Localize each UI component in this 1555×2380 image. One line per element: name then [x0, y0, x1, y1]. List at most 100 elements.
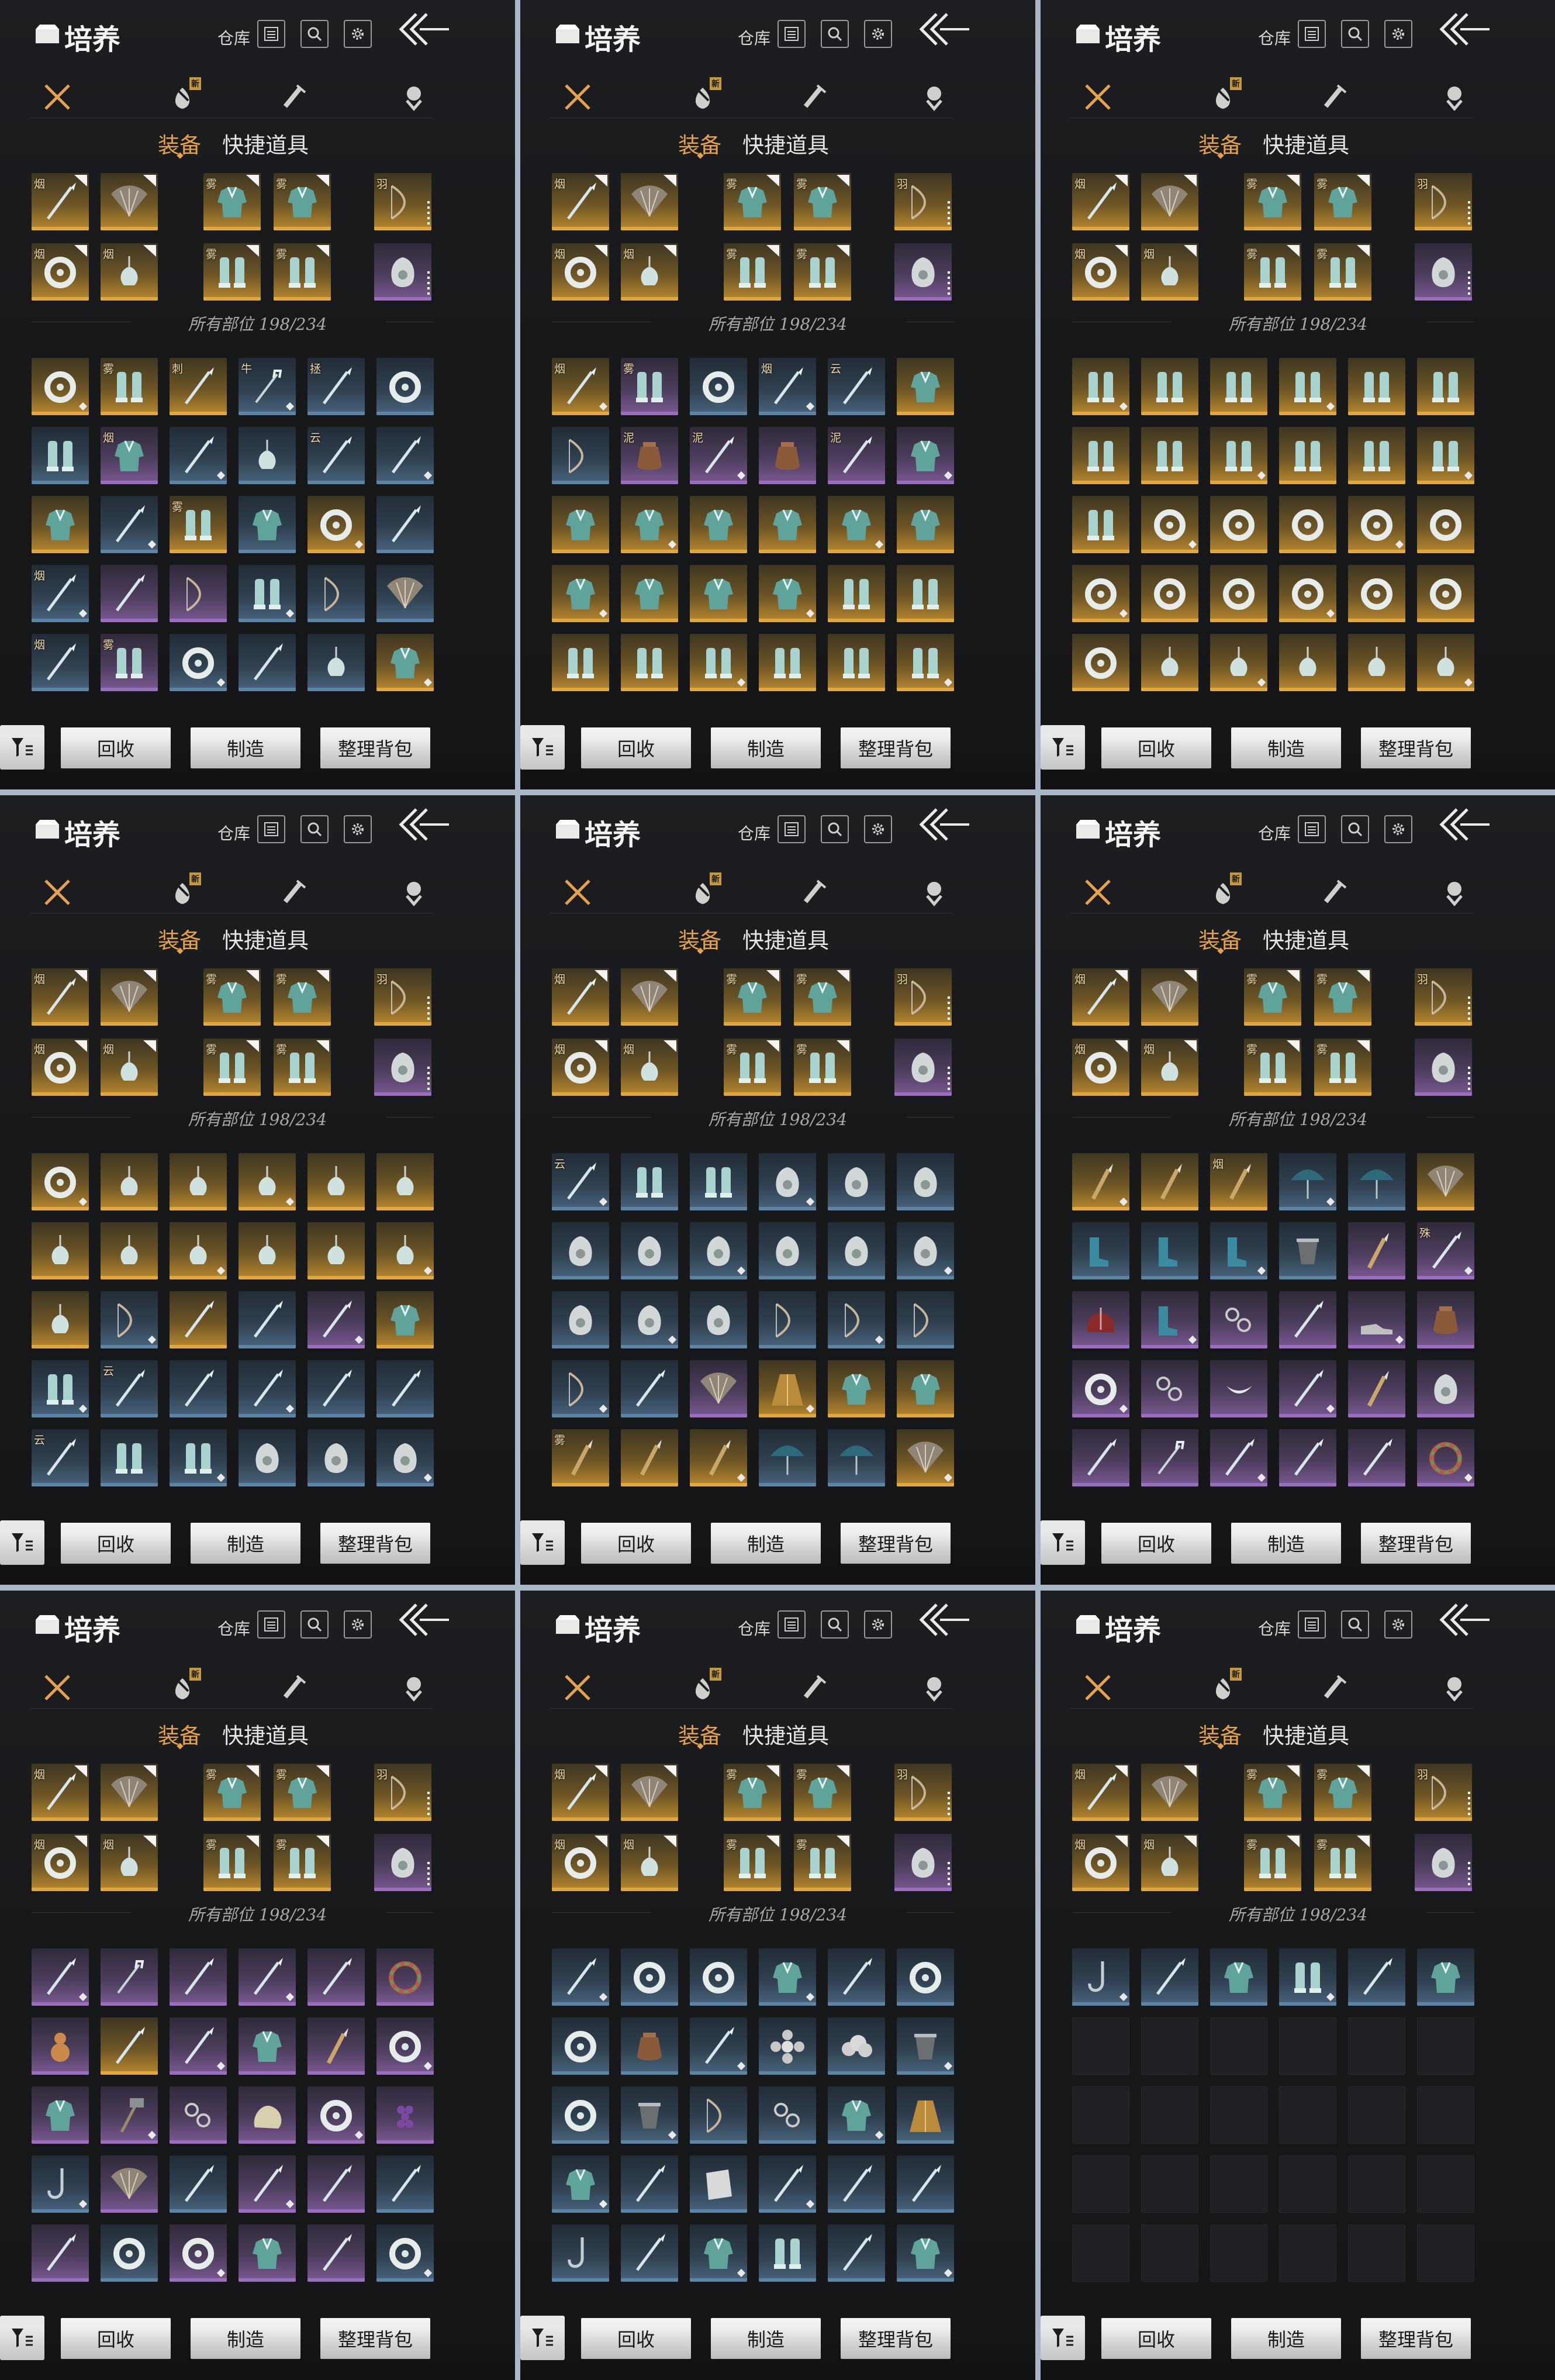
inventory-item[interactable]: [1210, 427, 1267, 484]
back-button[interactable]: [396, 11, 450, 48]
inventory-item[interactable]: [170, 2155, 227, 2213]
inventory-item[interactable]: [376, 2017, 434, 2075]
inventory-item[interactable]: [1279, 427, 1336, 484]
inventory-item[interactable]: [1210, 1948, 1267, 2006]
inventory-item[interactable]: [1348, 427, 1405, 484]
equipped-slot[interactable]: 雾: [1314, 243, 1371, 301]
sort-bag-button[interactable]: 整理背包: [841, 727, 951, 768]
tab-quick-items[interactable]: 快捷道具: [222, 923, 309, 954]
inventory-item[interactable]: [170, 2017, 227, 2075]
equipped-slot[interactable]: 雾: [794, 968, 851, 1026]
inventory-item[interactable]: [828, 1948, 885, 2006]
inventory-item[interactable]: [101, 2086, 158, 2144]
warehouse-button[interactable]: [778, 815, 806, 843]
inventory-item[interactable]: [1279, 1222, 1336, 1279]
inventory-item[interactable]: 烟: [552, 358, 609, 415]
inventory-item[interactable]: [1210, 565, 1267, 622]
inventory-item[interactable]: [1141, 427, 1198, 484]
filter-button[interactable]: [1041, 2316, 1085, 2360]
sort-bag-button[interactable]: 整理背包: [320, 1523, 430, 1564]
settings-button[interactable]: [1384, 815, 1412, 843]
equipped-slot[interactable]: 烟: [1072, 1764, 1129, 1821]
empty-slot[interactable]: [1072, 2155, 1129, 2213]
equipped-slot[interactable]: 羽: [894, 968, 952, 1026]
inventory-item[interactable]: [552, 565, 609, 622]
recycle-button[interactable]: 回收: [581, 1523, 691, 1564]
inventory-item[interactable]: [621, 1291, 678, 1348]
inventory-item[interactable]: [621, 1222, 678, 1279]
inventory-item[interactable]: [828, 2086, 885, 2144]
equipped-slot[interactable]: 烟: [101, 1834, 158, 1891]
tab-weapons[interactable]: [1079, 1669, 1117, 1706]
inventory-item[interactable]: [759, 427, 816, 484]
tab-weapons[interactable]: [39, 874, 76, 911]
inventory-item[interactable]: [1072, 1360, 1129, 1417]
inventory-item[interactable]: [307, 1948, 365, 2006]
inventory-item[interactable]: [239, 1360, 296, 1417]
inventory-item[interactable]: [690, 358, 747, 415]
inventory-item[interactable]: 烟: [32, 565, 89, 622]
inventory-item[interactable]: [307, 496, 365, 553]
back-button[interactable]: [917, 806, 970, 843]
inventory-item[interactable]: [897, 2155, 954, 2213]
equipped-slot[interactable]: 雾: [724, 1834, 781, 1891]
tab-scrolls[interactable]: [1315, 874, 1353, 911]
warehouse-label[interactable]: 仓库: [738, 26, 770, 49]
inventory-item[interactable]: 云: [101, 1360, 158, 1417]
tab-weapons[interactable]: [39, 78, 76, 116]
inventory-item[interactable]: [307, 2155, 365, 2213]
inventory-item[interactable]: [1279, 1153, 1336, 1210]
tab-quick-items[interactable]: 快捷道具: [1263, 127, 1349, 159]
equipped-slot[interactable]: 雾: [794, 1834, 851, 1891]
inventory-item[interactable]: [552, 634, 609, 691]
inventory-item[interactable]: [307, 2017, 365, 2075]
equipped-slot[interactable]: 烟: [552, 968, 609, 1026]
back-button[interactable]: [917, 1601, 970, 1639]
search-button[interactable]: [821, 20, 849, 48]
inventory-item[interactable]: [307, 634, 365, 691]
equipped-slot[interactable]: 羽: [1415, 1764, 1472, 1821]
inventory-item[interactable]: [1417, 565, 1474, 622]
equipped-slot[interactable]: 雾: [1314, 1764, 1371, 1821]
inventory-item[interactable]: [828, 1291, 885, 1348]
inventory-item[interactable]: [239, 565, 296, 622]
tab-materials[interactable]: 新: [684, 1668, 721, 1706]
tab-scrolls[interactable]: [795, 1669, 832, 1706]
inventory-item[interactable]: [376, 565, 434, 622]
inventory-item[interactable]: [239, 1429, 296, 1486]
recycle-button[interactable]: 回收: [1101, 1523, 1211, 1564]
inventory-item[interactable]: [170, 427, 227, 484]
inventory-item[interactable]: [1348, 565, 1405, 622]
tab-gems[interactable]: [395, 874, 433, 911]
sort-bag-button[interactable]: 整理背包: [841, 2318, 951, 2359]
inventory-item[interactable]: [828, 565, 885, 622]
inventory-item[interactable]: [621, 1360, 678, 1417]
inventory-item[interactable]: [1348, 358, 1405, 415]
empty-slot[interactable]: [1141, 2224, 1198, 2282]
inventory-item[interactable]: [759, 1429, 816, 1486]
inventory-item[interactable]: [759, 1948, 816, 2006]
tab-gems[interactable]: [1436, 78, 1473, 116]
craft-button[interactable]: 制造: [191, 727, 300, 768]
inventory-item[interactable]: [621, 1429, 678, 1486]
warehouse-label[interactable]: 仓库: [217, 26, 250, 49]
inventory-item[interactable]: [897, 2017, 954, 2075]
inventory-item[interactable]: [897, 565, 954, 622]
tab-gems[interactable]: [1436, 874, 1473, 911]
inventory-item[interactable]: [1279, 1291, 1336, 1348]
inventory-item[interactable]: [897, 496, 954, 553]
inventory-item[interactable]: [307, 1291, 365, 1348]
back-button[interactable]: [917, 11, 970, 48]
inventory-item[interactable]: [1417, 1948, 1474, 2006]
warehouse-label[interactable]: 仓库: [1258, 821, 1291, 844]
tab-weapons[interactable]: [1079, 78, 1117, 116]
inventory-item[interactable]: [828, 2224, 885, 2282]
settings-button[interactable]: [1384, 20, 1412, 48]
inventory-item[interactable]: [897, 634, 954, 691]
tab-scrolls[interactable]: [275, 874, 312, 911]
inventory-item[interactable]: [32, 358, 89, 415]
back-button[interactable]: [396, 1601, 450, 1639]
inventory-item[interactable]: [1348, 634, 1405, 691]
equipped-slot[interactable]: 雾: [274, 173, 331, 230]
inventory-item[interactable]: 烟: [759, 358, 816, 415]
